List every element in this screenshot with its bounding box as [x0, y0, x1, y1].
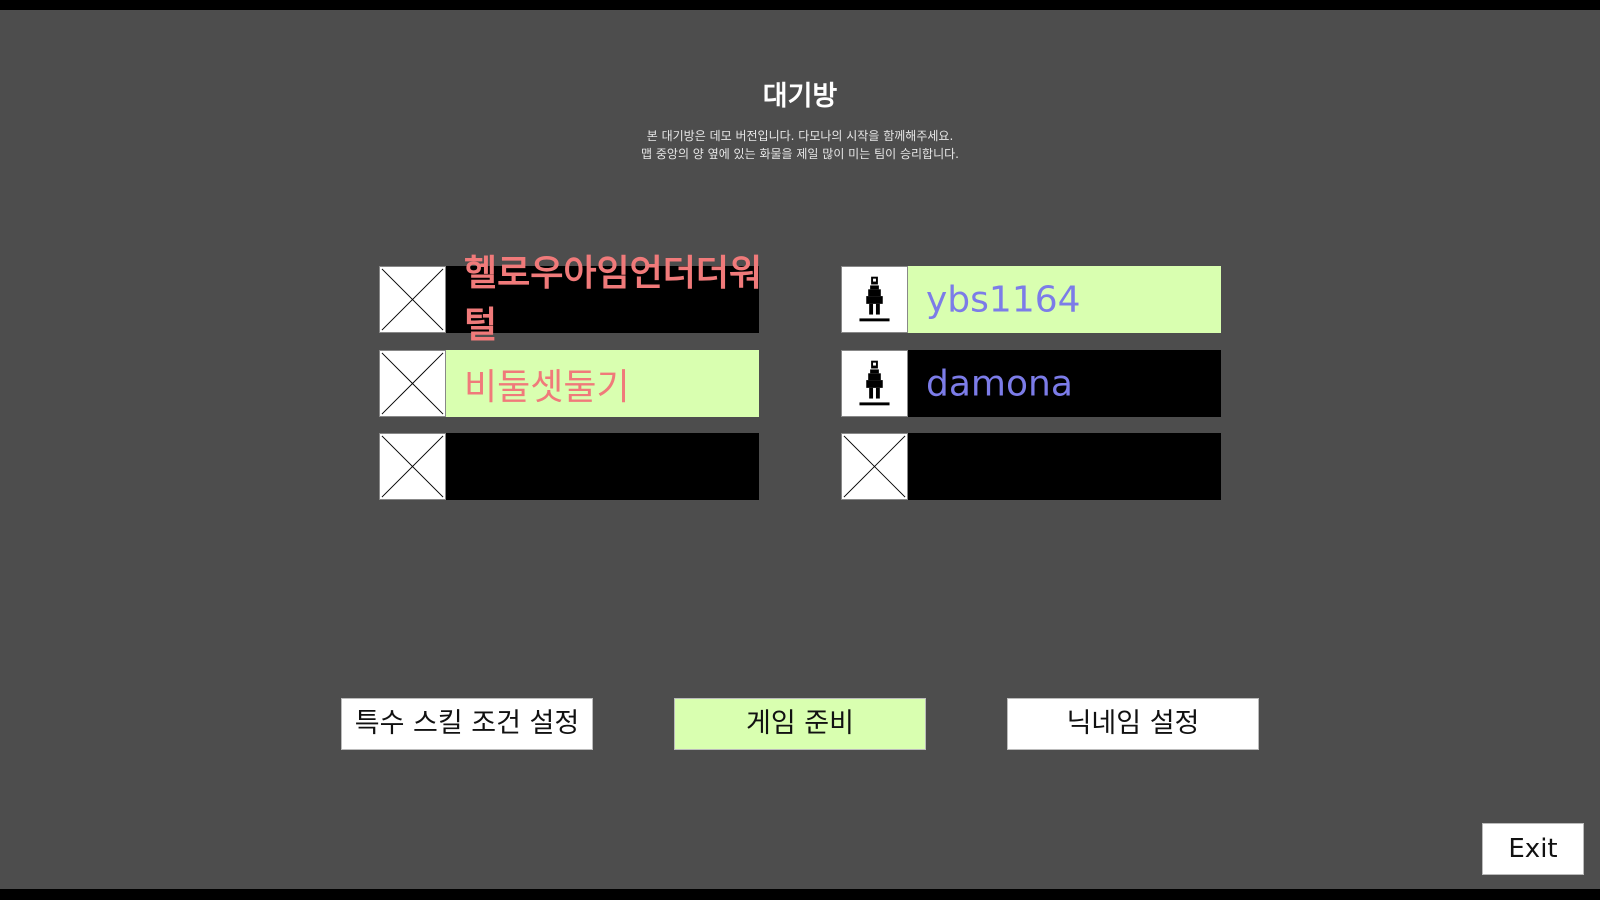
- character-icon: [841, 350, 908, 417]
- waiting-room-screen: 대기방 본 대기방은 데모 버전입니다. 다모나의 시작을 함께해주세요. 맵 …: [0, 10, 1600, 889]
- empty-x-icon: [379, 350, 446, 417]
- left-team-slot-3[interactable]: [379, 433, 759, 500]
- left-team-slot-2[interactable]: 비둘셋둘기: [379, 350, 759, 417]
- nickname-settings-button[interactable]: 닉네임 설정: [1007, 698, 1259, 750]
- player-name: damona: [926, 363, 1073, 404]
- player-name: 비둘셋둘기: [464, 366, 630, 408]
- description-line-2: 맵 중앙의 양 옆에 있는 화물을 제일 많이 미는 팀이 승리합니다.: [641, 147, 959, 161]
- empty-x-icon: [379, 433, 446, 500]
- right-team-slot-1[interactable]: ybs1164: [841, 266, 1221, 333]
- right-team-slot-3[interactable]: [841, 433, 1221, 500]
- player-name: 헬로우아임언더더워털: [464, 253, 763, 346]
- empty-x-icon: [379, 266, 446, 333]
- player-name: ybs1164: [926, 279, 1081, 320]
- description-line-1: 본 대기방은 데모 버전입니다. 다모나의 시작을 함께해주세요.: [646, 129, 954, 143]
- game-ready-button[interactable]: 게임 준비: [674, 698, 926, 750]
- room-description: 본 대기방은 데모 버전입니다. 다모나의 시작을 함께해주세요. 맵 중앙의 …: [0, 127, 1600, 163]
- right-team-slot-2[interactable]: damona: [841, 350, 1221, 417]
- left-team-slot-1[interactable]: 헬로우아임언더더워털: [379, 253, 762, 346]
- skill-settings-button[interactable]: 특수 스킬 조건 설정: [341, 698, 593, 750]
- character-icon: [841, 266, 908, 333]
- empty-x-icon: [841, 433, 908, 500]
- exit-button[interactable]: Exit: [1482, 823, 1584, 875]
- page-title: 대기방: [762, 81, 838, 112]
